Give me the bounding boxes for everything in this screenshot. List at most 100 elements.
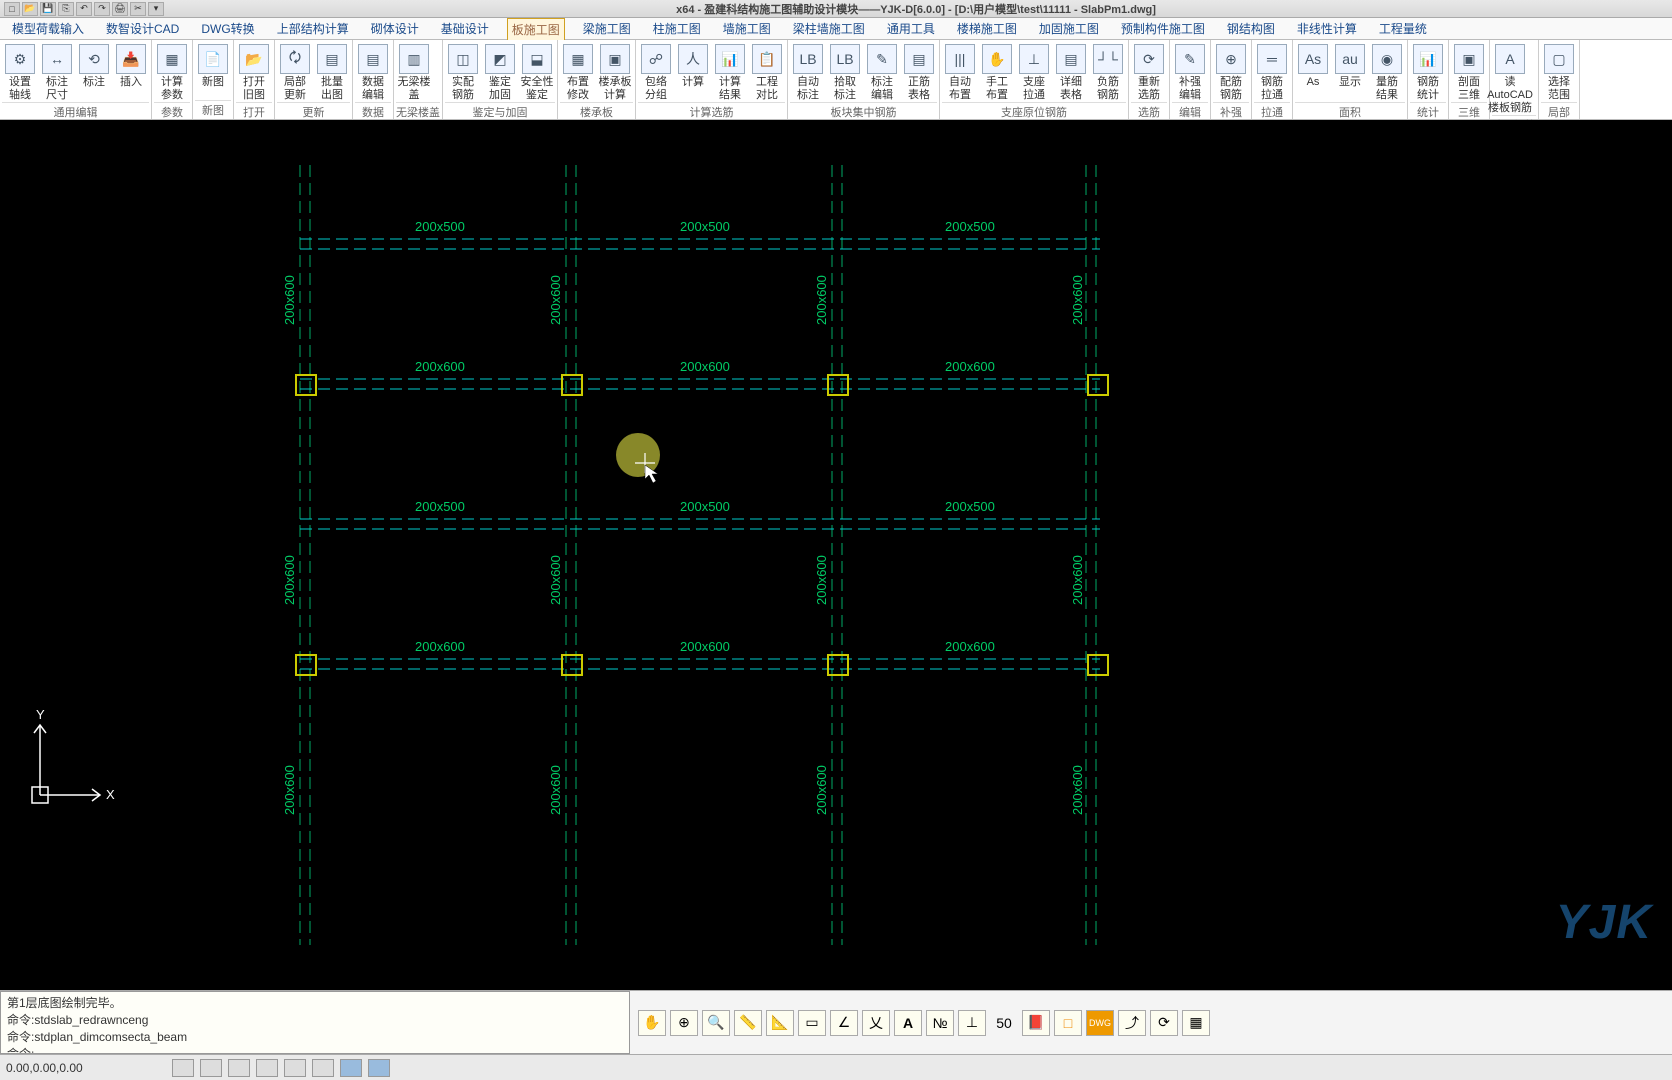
table-icon[interactable]: ▦ bbox=[1182, 1010, 1210, 1036]
menu-item-5[interactable]: 基础设计 bbox=[437, 18, 493, 39]
save-dwg-icon[interactable]: □ bbox=[1054, 1010, 1082, 1036]
ribbon-btn-7-0[interactable]: ◫实配钢筋 bbox=[445, 42, 481, 102]
menu-item-14[interactable]: 预制构件施工图 bbox=[1117, 18, 1209, 39]
menu-item-15[interactable]: 钢结构图 bbox=[1223, 18, 1279, 39]
menu-item-13[interactable]: 加固施工图 bbox=[1035, 18, 1103, 39]
ribbon-btn-8-1[interactable]: ▣楼承板计算 bbox=[597, 42, 633, 102]
ribbon-btn-4-1[interactable]: ▤批量出图 bbox=[314, 42, 350, 102]
ribbon-btn-10-1[interactable]: LB拾取标注 bbox=[827, 42, 863, 102]
zoom-extents-icon[interactable]: ⊕ bbox=[670, 1010, 698, 1036]
ribbon-btn-19-0[interactable]: A读AutoCAD楼板钢筋 bbox=[1492, 42, 1528, 115]
ribbon-btn-1-0[interactable]: ▦计算参数 bbox=[154, 42, 190, 102]
ribbon-btn-3-0[interactable]: 📂打开旧图 bbox=[236, 42, 272, 102]
ribbon-btn-10-0[interactable]: LB自动标注 bbox=[790, 42, 826, 102]
menu-item-10[interactable]: 梁柱墙施工图 bbox=[789, 18, 869, 39]
menu-item-6[interactable]: 板施工图 bbox=[507, 18, 565, 40]
ribbon-btn-14-0[interactable]: ⊕配筋钢筋 bbox=[1213, 42, 1249, 102]
ribbon-btn-15-0[interactable]: ═钢筋拉通 bbox=[1254, 42, 1290, 102]
ribbon-label: 标注编辑 bbox=[871, 76, 893, 102]
qat-undo-icon[interactable]: ↶ bbox=[76, 2, 92, 16]
ribbon-btn-0-3[interactable]: 📥插入 bbox=[113, 42, 149, 102]
ribbon-btn-16-0[interactable]: AsAs bbox=[1295, 42, 1331, 102]
ribbon-btn-16-1[interactable]: au显示 bbox=[1332, 42, 1368, 102]
ribbon-label: 工程对比 bbox=[756, 76, 778, 102]
ribbon-btn-0-1[interactable]: ↔标注尺寸 bbox=[39, 42, 75, 102]
ribbon-btn-13-0[interactable]: ✎补强编辑 bbox=[1172, 42, 1208, 102]
ribbon-btn-11-0[interactable]: |||自动布置 bbox=[942, 42, 978, 102]
qat-redo-icon[interactable]: ↷ bbox=[94, 2, 110, 16]
ribbon-btn-11-3[interactable]: ▤详细表格 bbox=[1053, 42, 1089, 102]
zoom-window-icon[interactable]: 🔍 bbox=[702, 1010, 730, 1036]
qat-save-icon[interactable]: 💾 bbox=[40, 2, 56, 16]
ribbon-btn-11-2[interactable]: ⊥支座拉通 bbox=[1016, 42, 1052, 102]
status-toggle-lwt[interactable] bbox=[368, 1059, 390, 1077]
menu-item-17[interactable]: 工程量统 bbox=[1375, 18, 1431, 39]
command-log[interactable]: 第1层底图绘制完毕。 命令:stdslab_redrawnceng 命令:std… bbox=[0, 991, 630, 1054]
ribbon-btn-9-0[interactable]: ☍包络分组 bbox=[638, 42, 674, 102]
ribbon-btn-11-4[interactable]: ┘└负筋钢筋 bbox=[1090, 42, 1126, 102]
ribbon-btn-12-0[interactable]: ⟳重新选筋 bbox=[1131, 42, 1167, 102]
drawing-canvas[interactable]: 200x500 200x500 200x500 200x600 200x600 … bbox=[0, 120, 1672, 990]
dwg-icon[interactable]: DWG bbox=[1086, 1010, 1114, 1036]
ribbon-btn-17-0[interactable]: 📊钢筋统计 bbox=[1410, 42, 1446, 102]
qat-cut-icon[interactable]: ✂ bbox=[130, 2, 146, 16]
ribbon-btn-0-2[interactable]: ⟲标注 bbox=[76, 42, 112, 102]
ribbon-btn-2-0[interactable]: 📄新图 bbox=[195, 42, 231, 100]
ribbon-btn-8-0[interactable]: ▦布置修改 bbox=[560, 42, 596, 102]
status-toggle-dyn[interactable] bbox=[340, 1059, 362, 1077]
ruler-icon[interactable]: 📐 bbox=[766, 1010, 794, 1036]
save-pdf-icon[interactable]: 📕 bbox=[1022, 1010, 1050, 1036]
qat-more-icon[interactable]: ▾ bbox=[148, 2, 164, 16]
status-toggle-grid[interactable] bbox=[200, 1059, 222, 1077]
menu-item-4[interactable]: 砌体设计 bbox=[367, 18, 423, 39]
ribbon-btn-11-1[interactable]: ✋手工布置 bbox=[979, 42, 1015, 102]
svg-text:200x600: 200x600 bbox=[814, 765, 829, 815]
menu-item-9[interactable]: 墙施工图 bbox=[719, 18, 775, 39]
ribbon-btn-16-2[interactable]: ◉量筋结果 bbox=[1369, 42, 1405, 102]
menu-item-3[interactable]: 上部结构计算 bbox=[273, 18, 353, 39]
number-icon[interactable]: № bbox=[926, 1010, 954, 1036]
menu-item-12[interactable]: 楼梯施工图 bbox=[953, 18, 1021, 39]
qat-open-icon[interactable]: 📂 bbox=[22, 2, 38, 16]
ribbon-btn-10-2[interactable]: ✎标注编辑 bbox=[864, 42, 900, 102]
ribbon-btn-7-2[interactable]: ⬓安全性鉴定 bbox=[519, 42, 555, 102]
ribbon-btn-9-3[interactable]: 📋工程对比 bbox=[749, 42, 785, 102]
text-icon[interactable]: 乂 bbox=[862, 1010, 890, 1036]
status-toggle-snap[interactable] bbox=[172, 1059, 194, 1077]
ruler2-icon[interactable]: ▭ bbox=[798, 1010, 826, 1036]
refresh-icon[interactable]: ⟳ bbox=[1150, 1010, 1178, 1036]
angle-icon[interactable]: ∠ bbox=[830, 1010, 858, 1036]
ribbon-btn-6-0[interactable]: ▥无梁楼盖 bbox=[396, 42, 432, 102]
ribbon-btn-18-0[interactable]: ▣剖面三维 bbox=[1451, 42, 1487, 102]
status-toggle-osnap[interactable] bbox=[284, 1059, 306, 1077]
ribbon-btn-5-0[interactable]: ▤数据编辑 bbox=[355, 42, 391, 102]
font-icon[interactable]: A bbox=[894, 1010, 922, 1036]
ribbon-btn-9-2[interactable]: 📊计算结果 bbox=[712, 42, 748, 102]
ribbon-icon: 📥 bbox=[116, 44, 146, 74]
status-toggle-ortho[interactable] bbox=[228, 1059, 250, 1077]
menu-item-0[interactable]: 模型荷载输入 bbox=[8, 18, 88, 39]
measure-icon[interactable]: 📏 bbox=[734, 1010, 762, 1036]
menu-item-7[interactable]: 梁施工图 bbox=[579, 18, 635, 39]
ribbon-group-label: 参数 bbox=[154, 102, 190, 121]
menu-item-8[interactable]: 柱施工图 bbox=[649, 18, 705, 39]
status-toggle-polar[interactable] bbox=[256, 1059, 278, 1077]
qat-print-icon[interactable]: 🖨 bbox=[112, 2, 128, 16]
qat-saveall-icon[interactable]: ⎘ bbox=[58, 2, 74, 16]
ribbon-btn-20-0[interactable]: ▢选择范围 bbox=[1541, 42, 1577, 102]
export-icon[interactable]: ⤴ bbox=[1118, 1010, 1146, 1036]
dim-icon[interactable]: ⊥ bbox=[958, 1010, 986, 1036]
menu-item-11[interactable]: 通用工具 bbox=[883, 18, 939, 39]
ribbon-btn-10-3[interactable]: ▤正筋表格 bbox=[901, 42, 937, 102]
status-toggle-track[interactable] bbox=[312, 1059, 334, 1077]
menu-item-2[interactable]: DWG转换 bbox=[197, 18, 258, 39]
ribbon-btn-9-1[interactable]: 人计算 bbox=[675, 42, 711, 102]
pan-icon[interactable]: ✋ bbox=[638, 1010, 666, 1036]
cmd-prompt[interactable]: 命令: bbox=[7, 1045, 623, 1054]
ribbon-btn-0-0[interactable]: ⚙设置轴线 bbox=[2, 42, 38, 102]
menu-item-1[interactable]: 数智设计CAD bbox=[102, 18, 183, 39]
menu-item-16[interactable]: 非线性计算 bbox=[1293, 18, 1361, 39]
ribbon-btn-7-1[interactable]: ◩鉴定加固 bbox=[482, 42, 518, 102]
ribbon-btn-4-0[interactable]: 🗘局部更新 bbox=[277, 42, 313, 102]
qat-new-icon[interactable]: □ bbox=[4, 2, 20, 16]
